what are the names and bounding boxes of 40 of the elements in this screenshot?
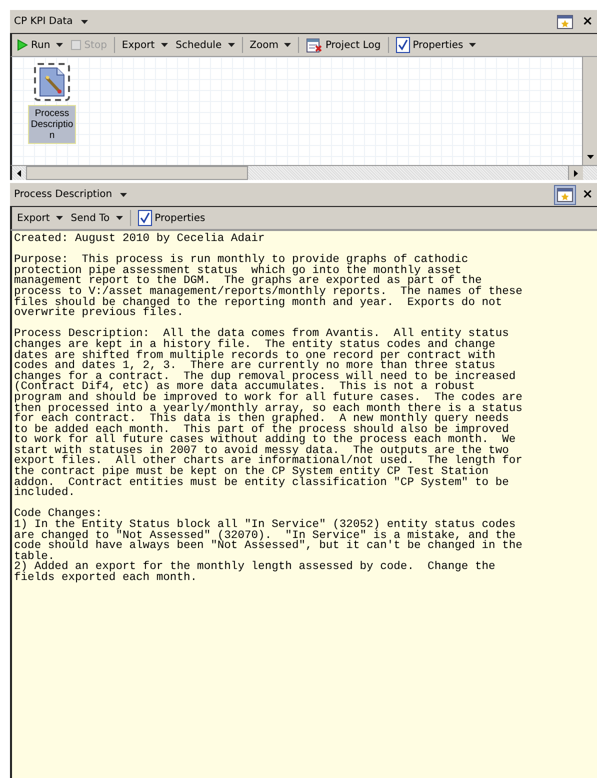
horizontal-scrollbar[interactable]	[10, 165, 597, 180]
close-button[interactable]: ×	[582, 187, 593, 202]
caret-icon	[116, 216, 123, 220]
toolbar-button[interactable]: Export	[118, 36, 171, 54]
paragraph: Created: August 2010 by Cecelia Adair	[14, 234, 266, 245]
log-document-icon	[306, 37, 322, 53]
toolbar-button[interactable]: Send To	[68, 209, 126, 227]
document-pencil-icon	[38, 67, 66, 97]
caret-icon	[160, 43, 168, 47]
checklist-icon	[138, 210, 152, 226]
toolbar-button[interactable]: Properties	[134, 209, 208, 227]
play-icon	[17, 39, 28, 51]
caret-icon	[228, 43, 235, 47]
panel-title-menu[interactable]: CP KPI Data	[12, 16, 90, 27]
paragraph: Process Description: All the data comes from Avantis. All entity status changes are kept in a history file. The entity status codes and change dates are shifted from multiple records to one record per contract with codes and dates 1, 2, 3. There are currently no more than three status changes for a contract. The dup removal process will need to be increased (Contract Dif4, etc) as more data accumulates. This is not a robust program and should be improved to work for all future cases. The codes are then processed into a yearly/monthly array, so each month there is a status for each contract. This data is then graphed. A new monthly query needs to be added each month. This part of the process should also be improved to work for all future cases without adding to the process each month. We start with statuses in 2007 to avoid messy data. The outputs are the two export files. All other charts are informational/not used. The length for the contract pipe must be kept on the CP System entity CP Test Station addon. Contract entities must be entity classification "CP System" to be included.	[14, 329, 524, 499]
toolbar-button[interactable]: Project Log	[303, 36, 384, 54]
toolbar-button[interactable]: Properties	[392, 36, 480, 54]
scroll-down-icon	[586, 155, 594, 159]
caret-icon	[56, 216, 63, 220]
caret-icon	[284, 43, 292, 47]
scroll-right-icon	[574, 170, 578, 176]
scroll-left-icon	[17, 170, 21, 176]
vertical-scrollbar[interactable]	[582, 57, 597, 165]
panel-title-menu[interactable]: Process Description	[12, 189, 130, 200]
toolbar-button[interactable]: Zoom	[246, 36, 294, 54]
note-text-area[interactable]	[10, 230, 597, 778]
toolbar-button[interactable]: Run	[14, 36, 66, 54]
paragraph: Code Changes: 1) In the Entity Status block all "In Service" (32052) entity status codes are changed to "Not Assessed" (32070). "In Service" is a mistake, and the code should have always been "Not Assessed", but it can't be changed in the table. 2) Added an export for the monthly length assessed by code. Change the fields exported each month.	[14, 509, 524, 584]
caret-icon	[56, 43, 64, 47]
close-button[interactable]: ×	[582, 14, 593, 29]
caret-icon	[120, 192, 128, 196]
caret-icon	[469, 43, 476, 47]
node-label[interactable]: Process Descriptio n	[28, 105, 76, 144]
caret-icon	[80, 20, 88, 24]
window-star-button[interactable]	[554, 184, 576, 204]
square-icon	[71, 40, 82, 50]
checklist-icon	[396, 37, 410, 53]
toolbar-button[interactable]: Schedule	[172, 36, 238, 54]
paragraph: Purpose: This process is run monthly to provide graphs of cathodic protection pipe assessment status which go into the monthly asset management report to the DGM. The graphs are exported as part of the process to V:/asset management/reports/monthly reports. The names of these files should be changed to the reporting month and year. Exports do not overwrite previous files.	[14, 255, 524, 319]
toolbar-button[interactable]: Export	[14, 209, 66, 227]
